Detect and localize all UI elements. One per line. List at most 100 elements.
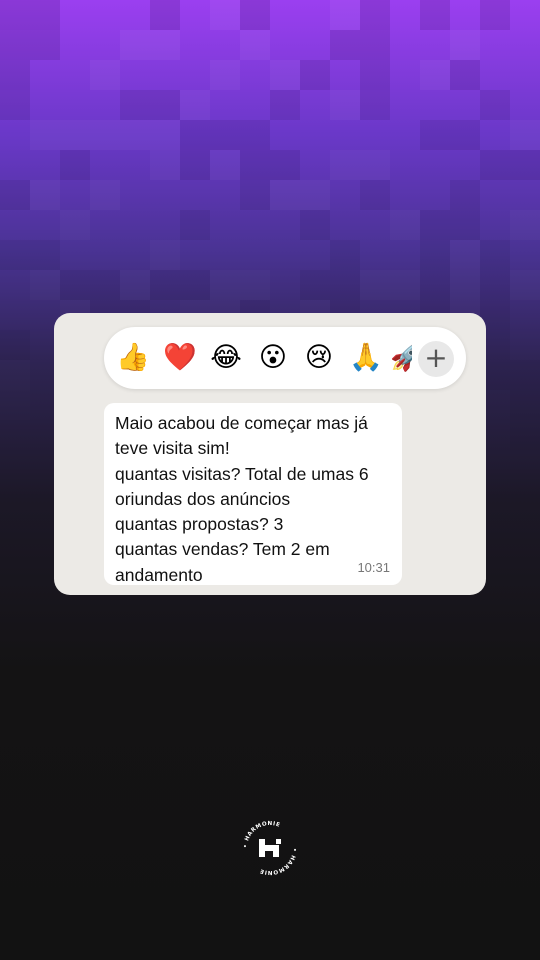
mosaic-tile bbox=[0, 0, 30, 30]
mosaic-tile bbox=[420, 270, 450, 300]
mosaic-tile bbox=[510, 120, 540, 150]
mosaic-tile bbox=[300, 270, 330, 300]
mosaic-tile bbox=[360, 150, 390, 180]
mosaic-tile bbox=[120, 90, 150, 120]
mosaic-tile bbox=[270, 180, 300, 210]
mosaic-tile bbox=[150, 150, 180, 180]
mosaic-tile bbox=[180, 90, 210, 120]
message-text: Maio acabou de começar mas já teve visit… bbox=[115, 411, 395, 588]
mosaic-tile bbox=[450, 30, 480, 60]
mosaic-tile bbox=[510, 360, 540, 390]
mosaic-tile bbox=[240, 0, 270, 30]
harmonie-logo-icon: • HARMONIE • HARMONIE bbox=[243, 821, 297, 875]
mosaic-tile bbox=[0, 180, 30, 210]
mosaic-tile bbox=[0, 60, 30, 90]
surprised-face-icon[interactable]: 😮 bbox=[256, 341, 290, 375]
mosaic-tile bbox=[330, 30, 360, 60]
mosaic-tile bbox=[150, 0, 180, 30]
mosaic-tile bbox=[60, 150, 90, 180]
mosaic-tile bbox=[480, 240, 510, 270]
mosaic-tile bbox=[150, 270, 180, 300]
mosaic-tile bbox=[180, 270, 210, 300]
message-bubble[interactable]: Maio acabou de começar mas já teve visit… bbox=[104, 403, 402, 585]
mosaic-tile bbox=[150, 30, 180, 60]
message-line: quantas visitas? Total de umas 6 bbox=[115, 463, 369, 484]
mosaic-tile bbox=[300, 180, 330, 210]
mosaic-tile bbox=[210, 270, 240, 300]
mosaic-tile bbox=[0, 30, 30, 60]
mosaic-tile bbox=[480, 270, 510, 300]
mosaic-tile bbox=[30, 30, 60, 60]
mosaic-tile bbox=[510, 210, 540, 240]
mosaic-tile bbox=[120, 120, 150, 150]
mosaic-tile bbox=[60, 120, 90, 150]
mosaic-tile bbox=[180, 210, 210, 240]
mosaic-tile bbox=[210, 0, 240, 30]
message-line: quantas vendas? Tem 2 em bbox=[115, 539, 330, 560]
harmonie-logo: • HARMONIE • HARMONIE bbox=[240, 818, 300, 878]
more-reactions-button[interactable]: + bbox=[418, 341, 454, 377]
message-line: andamento bbox=[115, 564, 203, 585]
mosaic-tile bbox=[180, 150, 210, 180]
mosaic-tile bbox=[90, 120, 120, 150]
mosaic-tile bbox=[270, 150, 300, 180]
mosaic-tile bbox=[510, 150, 540, 180]
mosaic-tile bbox=[450, 210, 480, 240]
mosaic-tile bbox=[150, 90, 180, 120]
mosaic-tile bbox=[30, 270, 60, 300]
mosaic-tile bbox=[510, 420, 540, 450]
red-heart-icon[interactable]: ❤️ bbox=[163, 341, 197, 375]
crying-face-icon[interactable]: 😢 bbox=[302, 341, 336, 375]
mosaic-tile bbox=[420, 210, 450, 240]
tears-of-joy-icon[interactable]: 😂 bbox=[209, 341, 243, 375]
message-timestamp: 10:31 bbox=[357, 560, 390, 575]
mosaic-tile bbox=[120, 30, 150, 60]
mosaic-tile bbox=[210, 120, 240, 150]
mosaic-tile bbox=[420, 240, 450, 270]
reaction-bar: 👍 ❤️ 😂 😮 😢 🙏 🚀 + bbox=[104, 327, 466, 389]
mosaic-tile bbox=[450, 240, 480, 270]
mosaic-tile bbox=[90, 270, 120, 300]
mosaic-tile bbox=[0, 240, 30, 270]
mosaic-tile bbox=[240, 180, 270, 210]
mosaic-tile bbox=[240, 120, 270, 150]
chat-screenshot-card: 👍 ❤️ 😂 😮 😢 🙏 🚀 + Maio acabou de começar … bbox=[54, 313, 486, 595]
mosaic-tile bbox=[30, 120, 60, 150]
mosaic-tile bbox=[90, 180, 120, 210]
mosaic-tile bbox=[0, 390, 30, 420]
mosaic-tile bbox=[30, 0, 60, 30]
mosaic-tile bbox=[390, 210, 420, 240]
mosaic-tile bbox=[480, 90, 510, 120]
message-line: oriundas dos anúncios bbox=[115, 488, 291, 509]
mosaic-tile bbox=[360, 0, 390, 30]
mosaic-tile bbox=[0, 420, 30, 450]
mosaic-tile bbox=[30, 240, 60, 270]
mosaic-tile bbox=[360, 60, 390, 90]
message-line: teve visita sim! bbox=[115, 438, 230, 459]
mosaic-tile bbox=[240, 270, 270, 300]
mosaic-tile bbox=[480, 0, 510, 30]
mosaic-tile bbox=[270, 60, 300, 90]
thumbs-up-icon[interactable]: 👍 bbox=[116, 341, 150, 375]
mosaic-tile bbox=[360, 30, 390, 60]
mosaic-tile bbox=[330, 0, 360, 30]
mosaic-tile bbox=[450, 60, 480, 90]
mosaic-tile bbox=[180, 120, 210, 150]
mosaic-tile bbox=[30, 180, 60, 210]
rocket-icon[interactable]: 🚀 bbox=[390, 341, 412, 375]
mosaic-tile bbox=[360, 90, 390, 120]
mosaic-tile bbox=[330, 240, 360, 270]
mosaic-tile bbox=[450, 270, 480, 300]
mosaic-tile bbox=[390, 270, 420, 300]
mosaic-tile bbox=[0, 330, 30, 360]
mosaic-tile bbox=[120, 270, 150, 300]
message-line: quantas propostas? 3 bbox=[115, 514, 284, 535]
mosaic-tile bbox=[450, 180, 480, 210]
mosaic-tile bbox=[150, 240, 180, 270]
mosaic-tile bbox=[60, 210, 90, 240]
folded-hands-icon[interactable]: 🙏 bbox=[349, 341, 383, 375]
mosaic-tile bbox=[420, 0, 450, 30]
mosaic-tile bbox=[210, 150, 240, 180]
mosaic-tile bbox=[210, 60, 240, 90]
mosaic-tile bbox=[90, 60, 120, 90]
